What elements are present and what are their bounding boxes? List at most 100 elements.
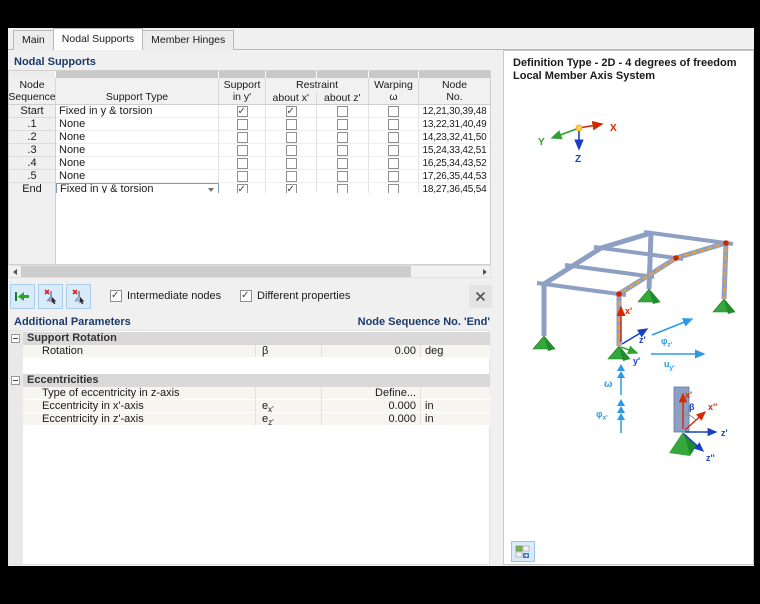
intermediate-nodes-checkbox[interactable] bbox=[110, 290, 122, 302]
checkbox bbox=[285, 105, 297, 117]
table-row: Start Fixed in y & torsion 12,21,30,39,4… bbox=[9, 105, 490, 118]
display-properties-button[interactable] bbox=[511, 541, 535, 562]
support-type-cell[interactable]: None bbox=[56, 157, 219, 170]
nodal-supports-table: Node Sequence Support Type Support in y' R… bbox=[8, 70, 491, 197]
section-title-nodal-supports: Nodal Supports bbox=[14, 56, 96, 68]
additional-parameters-header: Additional Parameters Node Sequence No. … bbox=[8, 316, 490, 328]
support-symbols bbox=[532, 288, 736, 361]
checkbox bbox=[236, 131, 248, 143]
row-header[interactable]: .1 bbox=[9, 118, 56, 131]
checkbox bbox=[388, 144, 399, 156]
horizontal-scrollbar[interactable] bbox=[8, 265, 491, 278]
node-numbers-cell[interactable]: 14,23,32,41,50 bbox=[419, 131, 490, 144]
row-header[interactable]: .5 bbox=[9, 170, 56, 183]
delete-all-supports-button[interactable] bbox=[66, 284, 91, 309]
support-in-y-checkbox-cell[interactable] bbox=[219, 131, 266, 144]
restraint-x-checkbox-cell[interactable] bbox=[266, 118, 317, 131]
tab-main[interactable]: Main bbox=[13, 30, 54, 50]
collapse-eccentricities-icon[interactable] bbox=[11, 376, 20, 385]
param-symbol bbox=[256, 387, 322, 400]
apply-support-button[interactable] bbox=[10, 284, 35, 309]
ecc-x-value-field[interactable]: 0.000 bbox=[322, 400, 421, 413]
warping-checkbox-cell[interactable] bbox=[369, 118, 419, 131]
tab-nodal-supports[interactable]: Nodal Supports bbox=[52, 28, 144, 50]
svg-text:ω: ω bbox=[604, 379, 613, 390]
intermediate-nodes-option[interactable]: Intermediate nodes bbox=[110, 290, 221, 302]
node-numbers-cell[interactable]: 17,26,35,44,53 bbox=[419, 170, 490, 183]
group-eccentricities[interactable]: Eccentricities bbox=[23, 374, 490, 387]
node-numbers-cell[interactable]: 15,24,33,42,51 bbox=[419, 144, 490, 157]
rotation-value-field[interactable]: 0.00 bbox=[322, 345, 421, 358]
scroll-right-arrow[interactable] bbox=[479, 266, 490, 277]
support-in-y-checkbox-cell[interactable] bbox=[219, 105, 266, 118]
table-header: Node Sequence Support Type Support in y' R… bbox=[8, 78, 490, 105]
warping-checkbox-cell[interactable] bbox=[369, 105, 419, 118]
restraint-z-checkbox-cell[interactable] bbox=[317, 157, 369, 170]
header-support-in-y: Support in y' bbox=[219, 78, 266, 104]
restraint-x-checkbox-cell[interactable] bbox=[266, 105, 317, 118]
restraint-z-checkbox-cell[interactable] bbox=[317, 105, 369, 118]
ecc-z-value-field[interactable]: 0.000 bbox=[322, 413, 421, 426]
supports-toolbar: Intermediate nodes Different properties bbox=[8, 283, 492, 310]
warping-checkbox-cell[interactable] bbox=[369, 144, 419, 157]
row-header[interactable]: .3 bbox=[9, 144, 56, 157]
group-support-rotation[interactable]: Support Rotation bbox=[23, 332, 490, 345]
checkbox bbox=[285, 131, 297, 143]
close-panel-button[interactable] bbox=[469, 285, 492, 308]
structure-preview-graphic: X Y Z x' z' y' φz' uy' ω φx' x' x'' β z'… bbox=[532, 120, 736, 463]
definition-type-title: Definition Type - 2D - 4 degrees of free… bbox=[513, 57, 737, 83]
support-type-cell[interactable]: None bbox=[56, 144, 219, 157]
eccentricity-type-define-button[interactable]: Define... bbox=[322, 387, 421, 400]
param-symbol: ez' bbox=[256, 413, 322, 426]
support-type-cell[interactable]: None bbox=[56, 118, 219, 131]
definition-type-line1: Definition Type - 2D - 4 degrees of free… bbox=[513, 57, 737, 69]
restraint-z-checkbox-cell[interactable] bbox=[317, 144, 369, 157]
checkbox bbox=[285, 157, 297, 169]
svg-text:z': z' bbox=[721, 428, 728, 438]
dialog-content: Main Nodal Supports Member Hinges Nodal Su… bbox=[8, 28, 754, 566]
support-type-cell[interactable]: None bbox=[56, 170, 219, 183]
different-properties-option[interactable]: Different properties bbox=[240, 290, 350, 302]
tree-margin bbox=[9, 331, 23, 564]
checkbox bbox=[337, 105, 348, 117]
apply-support-icon bbox=[15, 292, 29, 301]
additional-parameters-title: Additional Parameters bbox=[14, 316, 131, 328]
restraint-z-checkbox-cell[interactable] bbox=[317, 118, 369, 131]
svg-text:x': x' bbox=[685, 390, 692, 400]
tab-member-hinges[interactable]: Member Hinges bbox=[142, 30, 235, 50]
chevron-down-icon bbox=[208, 188, 214, 192]
param-unit: in bbox=[421, 400, 490, 413]
support-in-y-checkbox-cell[interactable] bbox=[219, 144, 266, 157]
support-type-cell[interactable]: Fixed in y & torsion bbox=[56, 105, 219, 118]
support-in-y-checkbox-cell[interactable] bbox=[219, 170, 266, 183]
restraint-z-checkbox-cell[interactable] bbox=[317, 131, 369, 144]
node-numbers-cell[interactable]: 13,22,31,40,49 bbox=[419, 118, 490, 131]
row-header[interactable]: Start bbox=[9, 105, 56, 118]
restraint-x-checkbox-cell[interactable] bbox=[266, 144, 317, 157]
warping-checkbox-cell[interactable] bbox=[369, 170, 419, 183]
warping-checkbox-cell[interactable] bbox=[369, 157, 419, 170]
node-numbers-cell[interactable]: 12,21,30,39,48 bbox=[419, 105, 490, 118]
node-numbers-cell[interactable]: 16,25,34,43,52 bbox=[419, 157, 490, 170]
collapse-support-rotation-icon[interactable] bbox=[11, 334, 20, 343]
scrollbar-thumb[interactable] bbox=[21, 266, 411, 277]
param-row-ecc-type: Type of eccentricity in z-axis Define... bbox=[23, 387, 490, 400]
restraint-x-checkbox-cell[interactable] bbox=[266, 157, 317, 170]
restraint-x-checkbox-cell[interactable] bbox=[266, 170, 317, 183]
restraint-x-checkbox-cell[interactable] bbox=[266, 131, 317, 144]
row-header[interactable]: .2 bbox=[9, 131, 56, 144]
svg-text:φx': φx' bbox=[596, 409, 608, 422]
support-in-y-checkbox-cell[interactable] bbox=[219, 118, 266, 131]
scroll-left-arrow[interactable] bbox=[9, 266, 20, 277]
different-properties-checkbox[interactable] bbox=[240, 290, 252, 302]
checkbox bbox=[236, 157, 248, 169]
restraint-z-checkbox-cell[interactable] bbox=[317, 170, 369, 183]
support-type-cell[interactable]: None bbox=[56, 131, 219, 144]
warping-checkbox-cell[interactable] bbox=[369, 131, 419, 144]
svg-text:β: β bbox=[689, 402, 695, 412]
row-header[interactable]: .4 bbox=[9, 157, 56, 170]
support-in-y-checkbox-cell[interactable] bbox=[219, 157, 266, 170]
close-icon bbox=[475, 291, 486, 302]
header-warping: Warping ω bbox=[369, 78, 419, 104]
delete-support-button[interactable] bbox=[38, 284, 63, 309]
